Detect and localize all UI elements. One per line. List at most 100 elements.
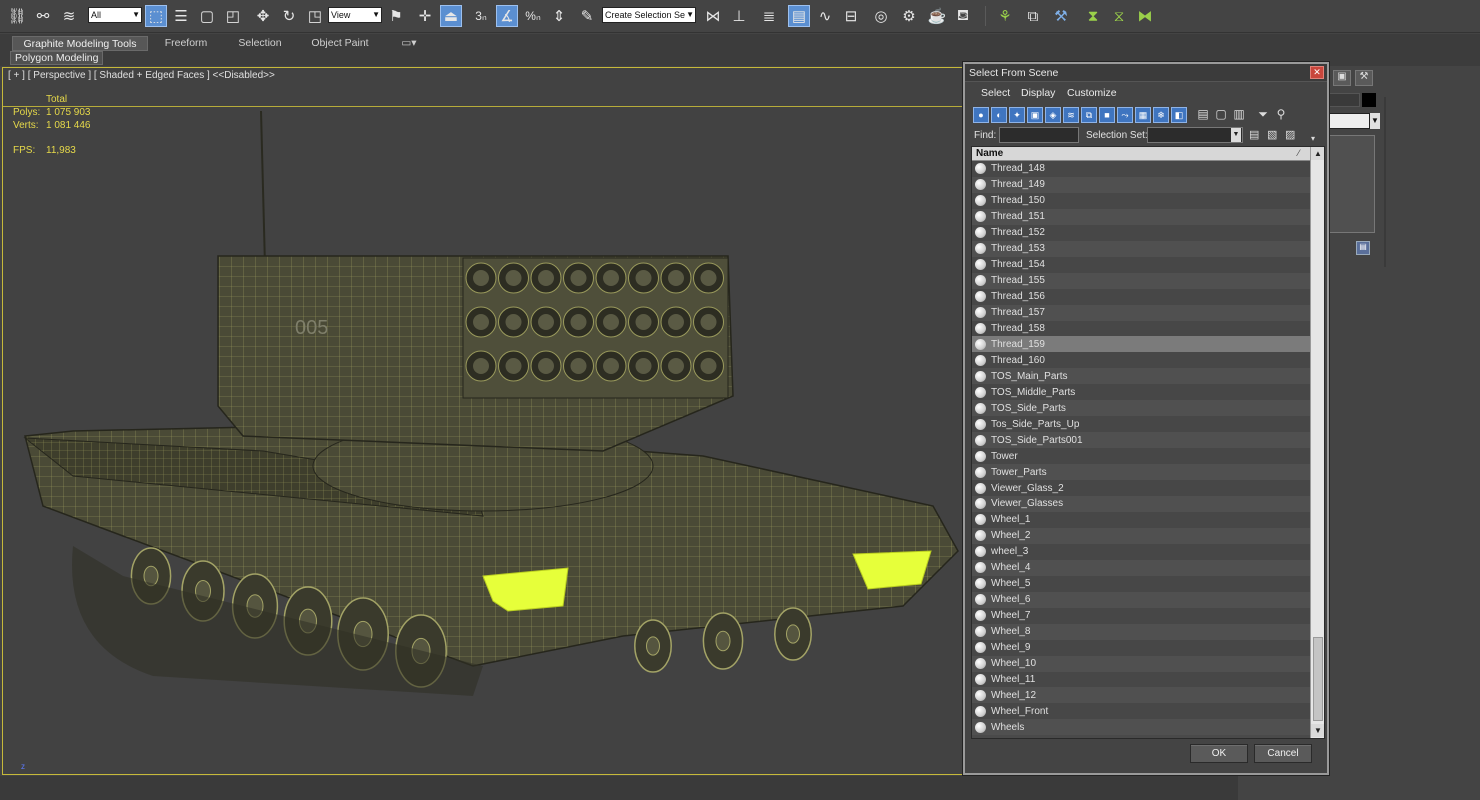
- list-item[interactable]: Viewer_Glasses: [972, 496, 1310, 512]
- scroll-up-icon[interactable]: ▲: [1311, 147, 1324, 160]
- select-none-icon[interactable]: ▢: [1213, 107, 1229, 123]
- display-panel-icon[interactable]: ▣: [1333, 70, 1351, 86]
- list-item[interactable]: wheel_3: [972, 543, 1310, 560]
- lights-filter-icon[interactable]: ✦: [1009, 107, 1025, 123]
- modifier-list-dropdown[interactable]: [1328, 113, 1370, 129]
- schematic-view-icon[interactable]: ⊟: [840, 5, 862, 27]
- list-item[interactable]: Tos_Side_Parts_Up: [972, 416, 1310, 433]
- wrench-icon[interactable]: ⚒: [1050, 5, 1072, 27]
- menu-select[interactable]: Select: [981, 87, 1010, 99]
- list-item[interactable]: Thread_151: [972, 208, 1310, 225]
- select-by-name-icon[interactable]: ☰: [170, 5, 192, 27]
- material-editor-icon[interactable]: ◎: [870, 5, 892, 27]
- list-item[interactable]: TOS_Side_Parts001: [972, 432, 1310, 449]
- shapes-filter-icon[interactable]: ◐: [991, 107, 1007, 123]
- list-item[interactable]: Tower_Parts: [972, 464, 1310, 481]
- list-item[interactable]: Wheel_7: [972, 607, 1310, 624]
- object-color-swatch[interactable]: [1362, 93, 1376, 107]
- selection-set-dropdown[interactable]: ▼: [1147, 127, 1243, 143]
- viewport-label[interactable]: [ + ] [ Perspective ] [ Shaded + Edged F…: [8, 70, 275, 81]
- menu-display[interactable]: Display: [1021, 87, 1055, 99]
- mirror-icon[interactable]: ⋈: [702, 5, 724, 27]
- container-icon[interactable]: ⚘: [994, 5, 1016, 27]
- containers-filter-icon[interactable]: ▦: [1135, 107, 1151, 123]
- angle-snap-icon[interactable]: ∡: [496, 5, 518, 27]
- graphite-toggle-icon[interactable]: ▤: [788, 5, 810, 27]
- list-item[interactable]: Thread_149: [972, 176, 1310, 193]
- edit-selection-set-icon[interactable]: ▤: [1249, 128, 1259, 141]
- scale-icon[interactable]: ◳: [304, 5, 326, 27]
- select-object-icon[interactable]: ⬚: [145, 5, 167, 27]
- list-item[interactable]: Thread_155: [972, 272, 1310, 289]
- find-input[interactable]: [999, 127, 1079, 143]
- curve-editor-icon[interactable]: ∿: [814, 5, 836, 27]
- groups-filter-icon[interactable]: ⧉: [1081, 107, 1097, 123]
- percent-snap-icon[interactable]: % ₙ: [522, 5, 544, 27]
- pivot-icon[interactable]: ⚑: [385, 5, 407, 27]
- list-item[interactable]: Wheel_5: [972, 575, 1310, 592]
- list-item[interactable]: Viewer_Glass_2: [972, 480, 1310, 497]
- configure-modifier-sets-icon[interactable]: ▤: [1356, 241, 1370, 255]
- render-icon[interactable]: ⛾: [952, 5, 974, 27]
- list-item[interactable]: Wheel_8: [972, 623, 1310, 640]
- cancel-button[interactable]: Cancel: [1254, 744, 1312, 763]
- rendered-frame-icon[interactable]: ☕: [926, 5, 948, 27]
- list-item[interactable]: Thread_157: [972, 304, 1310, 321]
- object-name-field[interactable]: [1328, 93, 1360, 107]
- spinner-snap-icon[interactable]: ⇕: [548, 5, 570, 27]
- remove-from-set-icon[interactable]: ▨: [1285, 128, 1295, 141]
- list-item[interactable]: Wheel_6: [972, 591, 1310, 608]
- list-item[interactable]: Wheel_4: [972, 559, 1310, 576]
- list-item[interactable]: Wheels: [972, 719, 1310, 736]
- anim-filter-icon[interactable]: ⧓: [1134, 5, 1156, 27]
- ok-button[interactable]: OK: [1190, 744, 1248, 763]
- list-item[interactable]: Wheel_1: [972, 511, 1310, 528]
- window-crossing-icon[interactable]: ◰: [222, 5, 244, 27]
- hidden-filter-icon[interactable]: ◧: [1171, 107, 1187, 123]
- link-icon[interactable]: ⛓: [6, 5, 28, 27]
- list-item[interactable]: Wheel_11: [972, 671, 1310, 688]
- dialog-titlebar[interactable]: Select From Scene ✕: [965, 64, 1327, 82]
- tab-graphite-modeling-tools[interactable]: Graphite Modeling Tools: [12, 36, 148, 51]
- frozen-filter-icon[interactable]: ❄: [1153, 107, 1169, 123]
- tab-selection[interactable]: Selection: [228, 36, 292, 51]
- ribbon-options-icon[interactable]: ▭▾: [398, 36, 420, 51]
- spacewarps-filter-icon[interactable]: ≋: [1063, 107, 1079, 123]
- scroll-thumb[interactable]: [1313, 637, 1323, 721]
- select-all-icon[interactable]: ▤: [1195, 107, 1211, 123]
- list-item[interactable]: Thread_160: [972, 352, 1310, 369]
- list-item[interactable]: TOS_Main_Parts: [972, 368, 1310, 385]
- layer-manager-icon[interactable]: ≣: [758, 5, 780, 27]
- list-item[interactable]: Wheel_9: [972, 639, 1310, 656]
- options-arrow-icon[interactable]: ▾: [1311, 134, 1315, 143]
- list-item[interactable]: Thread_150: [972, 192, 1310, 209]
- anim-layer-icon[interactable]: ⧗: [1082, 5, 1104, 27]
- cameras-filter-icon[interactable]: ▣: [1027, 107, 1043, 123]
- helpers-filter-icon[interactable]: ◈: [1045, 107, 1061, 123]
- reference-coord-dropdown[interactable]: View ▼: [328, 7, 382, 23]
- ribbon-panel-polygon-modeling[interactable]: Polygon Modeling: [10, 51, 104, 65]
- edit-named-sets-icon[interactable]: ✎: [576, 5, 598, 27]
- list-item[interactable]: Thread_152: [972, 224, 1310, 241]
- bind-spacewarp-icon[interactable]: ≋: [58, 5, 80, 27]
- list-item[interactable]: TOS_Side_Parts: [972, 400, 1310, 417]
- list-item[interactable]: Wheel_10: [972, 655, 1310, 672]
- snap-toggle-icon[interactable]: 3ₙ: [470, 5, 492, 27]
- geometry-filter-icon[interactable]: ●: [973, 107, 989, 123]
- list-item[interactable]: Wheel_2: [972, 527, 1310, 544]
- selection-filter-dropdown[interactable]: All ▼: [88, 7, 142, 23]
- chevron-down-icon[interactable]: ▼: [1370, 113, 1380, 129]
- rotate-icon[interactable]: ↻: [278, 5, 300, 27]
- list-item[interactable]: Wheel_12: [972, 687, 1310, 704]
- align-icon[interactable]: ⊥: [728, 5, 750, 27]
- bones-filter-icon[interactable]: ⤳: [1117, 107, 1133, 123]
- named-selection-dropdown[interactable]: Create Selection Se ▼: [602, 7, 696, 23]
- scene-object-list[interactable]: Name ⁄ Thread_148 Thread_149 Thread_150 Thr…: [971, 146, 1325, 739]
- list-item[interactable]: Thread_153: [972, 240, 1310, 257]
- anim-key-icon[interactable]: ⧖: [1108, 5, 1130, 27]
- filter-icon[interactable]: ⏷: [1255, 107, 1271, 123]
- list-item[interactable]: Thread_159: [972, 336, 1310, 353]
- utilities-panel-icon[interactable]: ⚒: [1355, 70, 1373, 86]
- modifier-stack[interactable]: [1328, 135, 1375, 233]
- scroll-down-icon[interactable]: ▼: [1311, 724, 1324, 737]
